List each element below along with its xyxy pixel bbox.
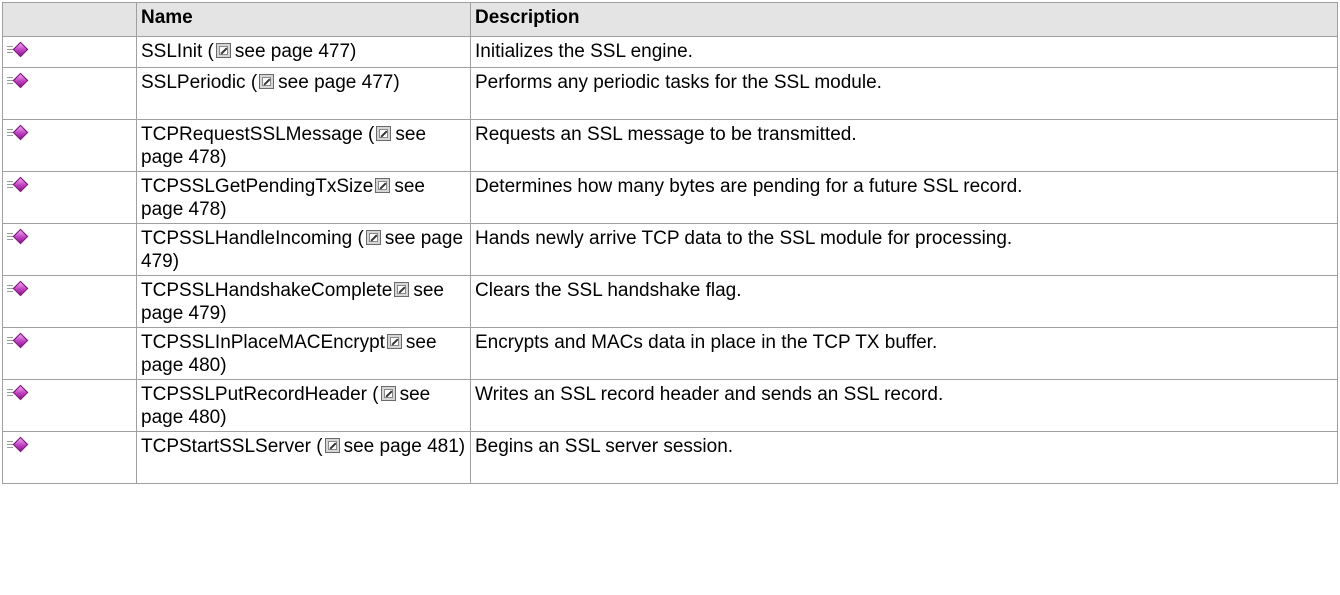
functions-table: Name Description SSLInit ( see page 477) … (2, 2, 1338, 484)
external-link-icon[interactable] (386, 334, 402, 349)
function-name-cell: TCPStartSSLServer ( see page 481) (136, 431, 471, 484)
public-method-icon (7, 228, 29, 245)
row-icon-cell (2, 431, 137, 484)
header-icon-column (2, 2, 137, 37)
row-icon-cell (2, 67, 137, 120)
function-name-cell: TCPSSLPutRecordHeader (see page 480) (136, 379, 471, 432)
table-body: SSLInit ( see page 477) Initializes the S… (2, 36, 1338, 484)
external-link-icon[interactable] (394, 282, 410, 297)
public-method-icon (7, 332, 29, 349)
function-name: TCPStartSSLServer ( (141, 436, 323, 457)
function-description: Requests an SSL message to be transmitte… (470, 119, 1338, 172)
header-name: Name (136, 2, 471, 37)
function-name-cell: TCPSSLGetPendingTxSize see page 478) (136, 171, 471, 224)
row-icon-cell (2, 223, 137, 276)
table-row: TCPRequestSSLMessage (see page 478) Requ… (2, 119, 1338, 172)
see-page-link[interactable]: see page 477) (235, 41, 357, 62)
function-description: Initializes the SSL engine. (470, 36, 1338, 68)
function-description: Encrypts and MACs data in place in the T… (470, 327, 1338, 380)
function-name: TCPSSLHandleIncoming ( (141, 228, 364, 249)
table-row: TCPSSLGetPendingTxSize see page 478) Dete… (2, 171, 1338, 224)
table-row: SSLInit ( see page 477) Initializes the S… (2, 36, 1338, 68)
function-description: Determines how many bytes are pending fo… (470, 171, 1338, 224)
function-name-cell: TCPSSLHandleIncoming (see page 479) (136, 223, 471, 276)
function-name-cell: TCPRequestSSLMessage (see page 478) (136, 119, 471, 172)
row-icon-cell (2, 327, 137, 380)
function-name: TCPSSLPutRecordHeader ( (141, 384, 379, 405)
function-name: TCPSSLInPlaceMACEncrypt (141, 332, 385, 353)
table-row: TCPSSLPutRecordHeader (see page 480) Wri… (2, 379, 1338, 432)
public-method-icon (7, 41, 29, 58)
function-name-cell: TCPSSLInPlaceMACEncrypt see page 480) (136, 327, 471, 380)
function-description: Performs any periodic tasks for the SSL … (470, 67, 1338, 120)
row-icon-cell (2, 36, 137, 68)
row-icon-cell (2, 379, 137, 432)
row-icon-cell (2, 275, 137, 328)
function-name-cell: SSLInit ( see page 477) (136, 36, 471, 68)
header-description: Description (470, 2, 1338, 37)
public-method-icon (7, 176, 29, 193)
function-name-cell: SSLPeriodic ( see page 477) (136, 67, 471, 120)
row-icon-cell (2, 171, 137, 224)
row-icon-cell (2, 119, 137, 172)
public-method-icon (7, 124, 29, 141)
table-row: TCPSSLHandshakeComplete see page 479) Cle… (2, 275, 1338, 328)
external-link-icon[interactable] (375, 178, 391, 193)
see-page-link[interactable]: see page 477) (278, 72, 400, 93)
table-header-row: Name Description (2, 2, 1338, 37)
function-description: Clears the SSL handshake flag. (470, 275, 1338, 328)
function-description: Writes an SSL record header and sends an… (470, 379, 1338, 432)
table-row: TCPStartSSLServer ( see page 481) Begins … (2, 431, 1338, 484)
public-method-icon (7, 280, 29, 297)
function-name: SSLPeriodic ( (141, 72, 258, 93)
external-link-icon[interactable] (215, 43, 231, 58)
function-description: Begins an SSL server session. (470, 431, 1338, 484)
external-link-icon[interactable] (365, 230, 381, 245)
table-row: SSLPeriodic ( see page 477) Performs any … (2, 67, 1338, 120)
function-name: TCPSSLHandshakeComplete (141, 280, 393, 301)
public-method-icon (7, 72, 29, 89)
public-method-icon (7, 436, 29, 453)
function-name: TCPSSLGetPendingTxSize (141, 176, 374, 197)
external-link-icon[interactable] (376, 126, 392, 141)
function-name-cell: TCPSSLHandshakeComplete see page 479) (136, 275, 471, 328)
table-row: TCPSSLInPlaceMACEncrypt see page 480) Enc… (2, 327, 1338, 380)
function-description: Hands newly arrive TCP data to the SSL m… (470, 223, 1338, 276)
function-name: TCPRequestSSLMessage ( (141, 124, 375, 145)
external-link-icon[interactable] (324, 438, 340, 453)
external-link-icon[interactable] (380, 386, 396, 401)
external-link-icon[interactable] (259, 74, 275, 89)
public-method-icon (7, 384, 29, 401)
function-name: SSLInit ( (141, 41, 214, 62)
table-row: TCPSSLHandleIncoming (see page 479) Hand… (2, 223, 1338, 276)
see-page-link[interactable]: see page 481) (344, 436, 466, 457)
